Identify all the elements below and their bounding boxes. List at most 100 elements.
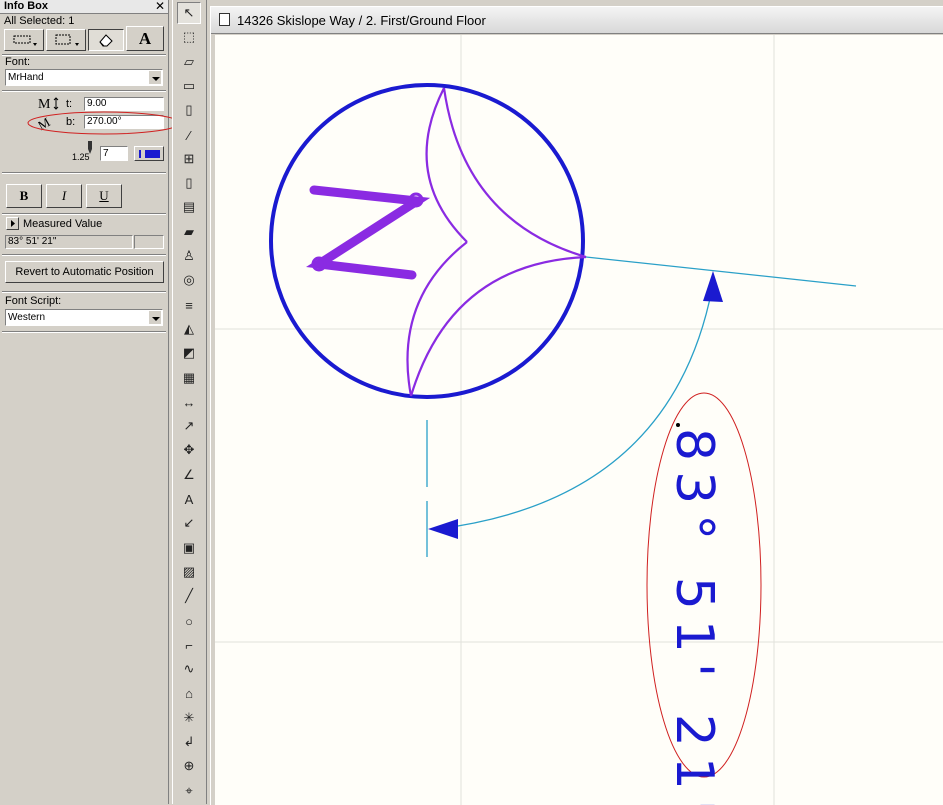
divider — [2, 213, 166, 215]
elevation-icon: ⊕ — [183, 758, 195, 773]
text-anchor-point[interactable] — [676, 423, 680, 427]
tool-angle-dimension-button[interactable]: ∠ — [177, 464, 201, 486]
drawing-canvas[interactable]: 83° 51' 21" — [215, 35, 943, 805]
window-title-bar[interactable]: 14326 Skislope Way / 2. First/Ground Flo… — [211, 7, 943, 34]
north-arrow-circle[interactable] — [269, 83, 585, 399]
pen-number-input[interactable]: 7 — [100, 146, 128, 161]
tool-figure-button[interactable]: ⌂ — [177, 682, 201, 704]
tool-slab-block-button[interactable]: ▭ — [177, 75, 201, 97]
tool-slab-button[interactable]: ▰ — [177, 221, 201, 243]
tool-column-button[interactable]: ▯ — [177, 99, 201, 121]
divider — [2, 254, 166, 256]
measured-value-unit-field — [134, 235, 164, 249]
close-icon[interactable]: ✕ — [155, 0, 165, 13]
tool-arrow-button[interactable]: ↖ — [177, 2, 201, 24]
document-icon — [219, 13, 230, 26]
tool-wall-button[interactable]: ▱ — [177, 51, 201, 73]
italic-button[interactable]: I — [46, 184, 82, 208]
object-icon: ▤ — [182, 199, 196, 214]
label-icon: ↙ — [183, 515, 195, 530]
tool-spline-button[interactable]: ∿ — [177, 658, 201, 680]
toolbox: ↖ ⬚ ▱ ▭ ▯ ⁄ ⊞ ▯ ▤ ▰ ♙ ◎ ≡ ◭ ◩ ▦ ↔ ↗ ✥ ∠ A ↙ ▣ ▨ ╱ ○ ⌐ ∿ ⌂ ✳ ↲ ⊕ ⌖ — [172, 0, 207, 804]
tool-door-button[interactable]: ▯ — [177, 172, 201, 194]
font-select[interactable]: MrHand — [5, 69, 163, 86]
measured-value-field: 83° 51' 21" — [5, 235, 133, 249]
text-tool-button[interactable]: A — [126, 26, 164, 51]
text-anchor-icon — [13, 35, 37, 46]
fill-icon: ▨ — [182, 564, 196, 579]
block-icon: ▭ — [182, 78, 196, 93]
tool-marquee-button[interactable]: ⬚ — [177, 26, 201, 48]
section-icon: ↲ — [183, 734, 195, 749]
beam-icon: ⁄ — [187, 127, 191, 143]
polyline-icon: ⌐ — [185, 637, 193, 653]
layer-settings-button[interactable] — [88, 29, 124, 51]
pen-color-swatch-line — [139, 150, 141, 158]
divider — [2, 172, 166, 174]
angle-dimension-icon: ∠ — [183, 467, 195, 482]
pen-color-button[interactable] — [134, 146, 164, 161]
underline-button[interactable]: U — [86, 184, 122, 208]
tool-roof-button[interactable]: ◭ — [177, 318, 201, 340]
anchor-point-button[interactable] — [4, 29, 44, 51]
expand-measured-value-button[interactable] — [6, 217, 19, 230]
divider — [2, 331, 166, 333]
tool-polyline-button[interactable]: ⌐ — [177, 634, 201, 656]
tool-shell-button[interactable]: ◩ — [177, 342, 201, 364]
tool-line-button[interactable]: ╱ — [177, 585, 201, 607]
bold-button[interactable]: B — [6, 184, 42, 208]
text-size-input[interactable]: 9.00 — [84, 97, 164, 111]
pen-color-swatch — [145, 150, 160, 158]
level-dimension-icon: ✥ — [183, 442, 195, 457]
angle-dimension[interactable] — [426, 256, 857, 557]
chevron-right-icon — [11, 220, 15, 227]
north-letter-glyph — [306, 185, 431, 280]
window-title: 14326 Skislope Way / 2. First/Ground Flo… — [237, 13, 486, 28]
tool-window-button[interactable]: ⊞ — [177, 148, 201, 170]
lamp-icon: ◎ — [183, 272, 195, 287]
divider — [2, 90, 166, 92]
roof-icon: ◭ — [184, 321, 194, 336]
tool-stair-button[interactable]: ≡ — [177, 294, 201, 316]
divider — [2, 291, 166, 293]
text-angle-icon: M — [38, 114, 53, 131]
tool-mesh-button[interactable]: ▦ — [177, 367, 201, 389]
spline-icon: ∿ — [183, 661, 195, 676]
tool-section-button[interactable]: ↲ — [177, 731, 201, 753]
tool-beam-button[interactable]: ⁄ — [177, 124, 201, 146]
info-box-title-bar[interactable]: Info Box ✕ — [0, 0, 168, 14]
tool-fill-button[interactable]: ▨ — [177, 561, 201, 583]
north-arrow-star[interactable] — [406, 87, 587, 397]
tool-zone-button[interactable]: ▣ — [177, 537, 201, 559]
text-icon: A — [184, 491, 194, 507]
zone-icon: ▣ — [182, 540, 196, 555]
angle-dimension-text[interactable]: 83° 51' 21" — [664, 428, 724, 805]
text-angle-input[interactable]: 270.00° — [84, 115, 164, 129]
tool-label-button[interactable]: ↙ — [177, 512, 201, 534]
tool-object-button[interactable]: ▤ — [177, 196, 201, 218]
drawing-svg[interactable]: 83° 51' 21" — [215, 35, 943, 805]
tool-camera-button[interactable]: ⌖ — [177, 780, 201, 802]
camera-icon: ⌖ — [185, 783, 193, 798]
tool-dimension-button[interactable]: ↔ — [177, 391, 201, 413]
tool-level-dimension-button[interactable]: ✥ — [177, 439, 201, 461]
text-frame-button[interactable] — [46, 29, 86, 51]
tool-lamp-button[interactable]: ◎ — [177, 269, 201, 291]
revert-to-automatic-position-button[interactable]: Revert to Automatic Position — [5, 261, 164, 283]
tool-chair-button[interactable]: ♙ — [177, 245, 201, 267]
arrow-icon: ↖ — [183, 5, 195, 20]
tool-text-button[interactable]: A — [177, 488, 201, 510]
tool-elevation-button[interactable]: ⊕ — [177, 755, 201, 777]
chair-icon: ♙ — [183, 248, 195, 263]
tool-hotspot-button[interactable]: ✳ — [177, 707, 201, 729]
font-script-select[interactable]: Western — [5, 309, 163, 326]
eraser-icon — [99, 34, 113, 47]
tool-circle-button[interactable]: ○ — [177, 610, 201, 632]
font-select-value: MrHand — [8, 72, 44, 83]
dimension-icon: ↔ — [182, 394, 196, 410]
dimension-witness-line — [585, 256, 857, 287]
info-box-title: Info Box — [4, 0, 48, 12]
font-label: Font: — [5, 56, 31, 68]
tool-radial-dimension-button[interactable]: ↗ — [177, 415, 201, 437]
window-icon: ⊞ — [183, 151, 195, 166]
